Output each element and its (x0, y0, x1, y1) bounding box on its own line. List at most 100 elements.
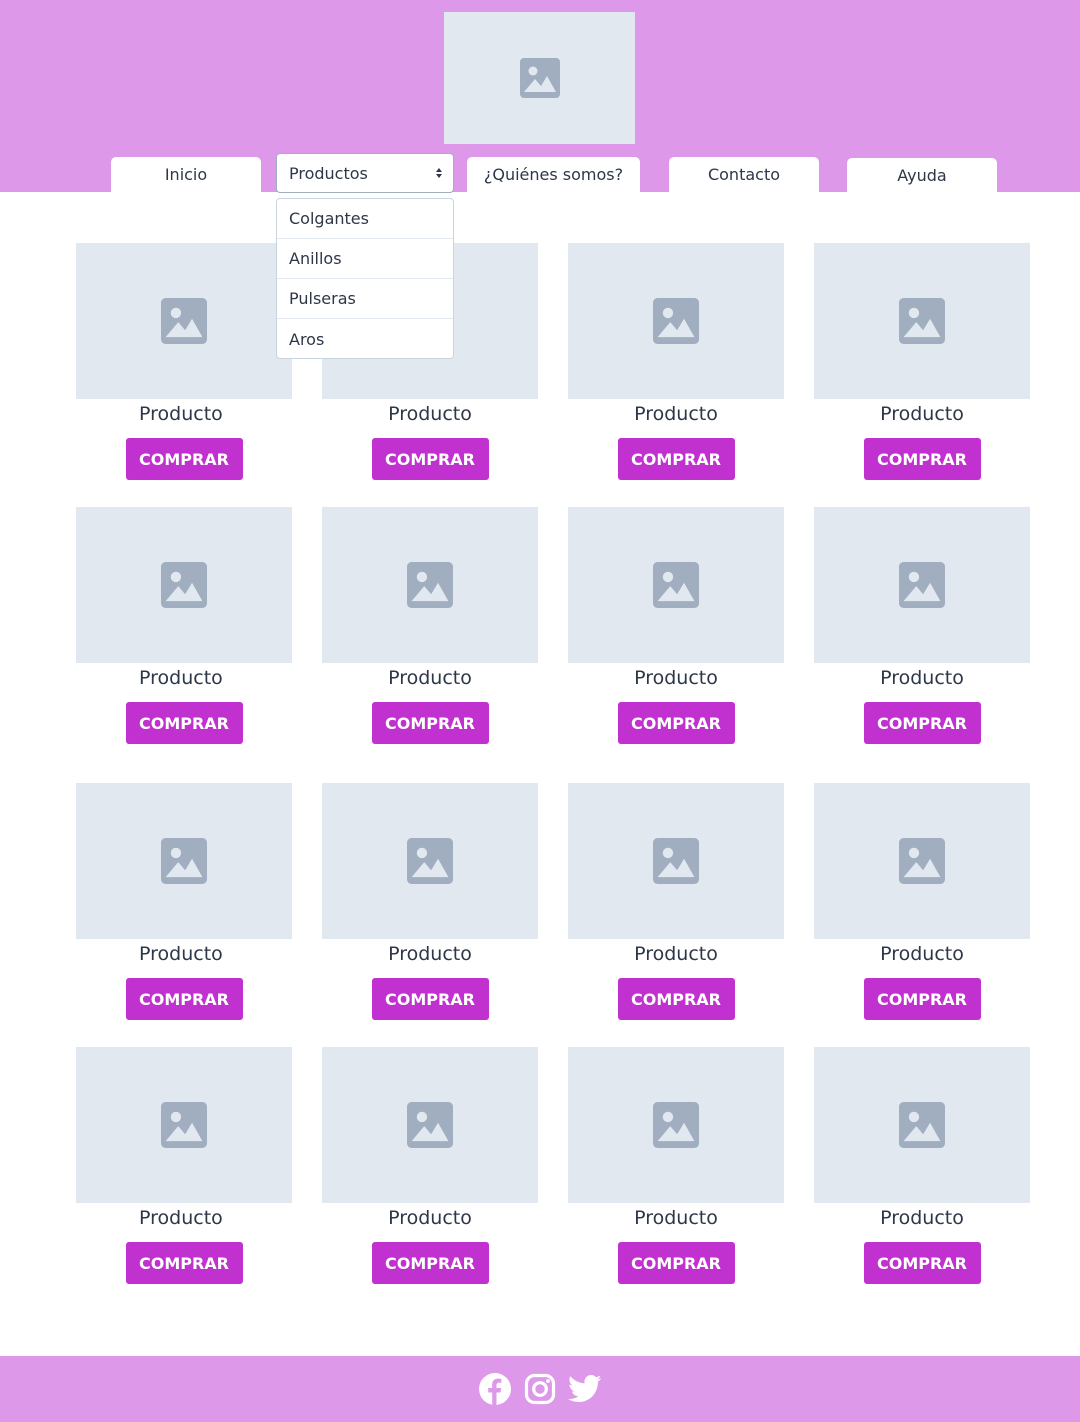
facebook-icon[interactable] (478, 1372, 512, 1406)
twitter-icon[interactable] (568, 1372, 602, 1406)
image-placeholder-icon (161, 562, 207, 608)
image-placeholder-icon (653, 838, 699, 884)
nav-help-tab[interactable]: Ayuda (847, 158, 997, 193)
image-placeholder-icon (161, 838, 207, 884)
product-name: Producto (388, 1207, 472, 1229)
product-image (814, 243, 1030, 399)
product-card: Producto COMPRAR (76, 507, 292, 744)
products-select[interactable]: Productos (276, 153, 454, 193)
product-name: Producto (634, 667, 718, 689)
dropdown-option-label: Pulseras (289, 289, 356, 308)
product-image (76, 783, 292, 939)
buy-button[interactable]: COMPRAR (863, 978, 981, 1020)
buy-button[interactable]: COMPRAR (125, 702, 243, 744)
product-name: Producto (388, 403, 472, 425)
nav-home-tab[interactable]: Inicio (111, 157, 261, 192)
buy-button[interactable]: COMPRAR (617, 978, 735, 1020)
product-card: Producto COMPRAR (814, 243, 1030, 480)
products-select-value: Productos (289, 163, 368, 183)
logo (444, 12, 635, 144)
image-placeholder-icon (899, 1102, 945, 1148)
product-card: Producto COMPRAR (568, 507, 784, 744)
product-card: Producto COMPRAR (322, 507, 538, 744)
product-image (568, 1047, 784, 1203)
buy-button[interactable]: COMPRAR (371, 438, 489, 480)
image-placeholder-icon (653, 562, 699, 608)
buy-button[interactable]: COMPRAR (863, 702, 981, 744)
dropdown-option-anillos[interactable]: Anillos (277, 239, 453, 279)
image-placeholder-icon (407, 562, 453, 608)
product-image (814, 1047, 1030, 1203)
select-arrows-icon (436, 168, 442, 178)
image-placeholder-icon (519, 58, 560, 98)
product-card: Producto COMPRAR (814, 783, 1030, 1020)
product-image (76, 1047, 292, 1203)
footer (0, 1356, 1080, 1422)
buy-button[interactable]: COMPRAR (863, 1242, 981, 1284)
dropdown-option-colgantes[interactable]: Colgantes (277, 199, 453, 239)
product-card: Producto COMPRAR (76, 243, 292, 480)
buy-button[interactable]: COMPRAR (617, 1242, 735, 1284)
nav-help-label: Ayuda (897, 166, 947, 185)
product-name: Producto (880, 667, 964, 689)
product-image (322, 783, 538, 939)
product-name: Producto (139, 1207, 223, 1229)
product-image (568, 507, 784, 663)
product-name: Producto (634, 1207, 718, 1229)
dropdown-option-label: Anillos (289, 249, 342, 268)
product-name: Producto (139, 403, 223, 425)
product-name: Producto (139, 667, 223, 689)
product-image (568, 243, 784, 399)
product-card: Producto COMPRAR (568, 783, 784, 1020)
buy-button[interactable]: COMPRAR (863, 438, 981, 480)
product-name: Producto (880, 1207, 964, 1229)
image-placeholder-icon (899, 562, 945, 608)
buy-button[interactable]: COMPRAR (125, 1242, 243, 1284)
product-card: Producto COMPRAR (568, 243, 784, 480)
product-image (322, 507, 538, 663)
buy-button[interactable]: COMPRAR (371, 702, 489, 744)
image-placeholder-icon (653, 298, 699, 344)
buy-button[interactable]: COMPRAR (371, 1242, 489, 1284)
product-name: Producto (388, 667, 472, 689)
image-placeholder-icon (161, 1102, 207, 1148)
buy-button[interactable]: COMPRAR (617, 702, 735, 744)
nav-home-label: Inicio (164, 165, 208, 184)
product-name: Producto (634, 403, 718, 425)
image-placeholder-icon (899, 298, 945, 344)
product-card: Producto COMPRAR (76, 1047, 292, 1284)
nav-about-label: ¿Quiénes somos? (483, 165, 624, 184)
product-image (76, 243, 292, 399)
image-placeholder-icon (899, 838, 945, 884)
product-name: Producto (880, 403, 964, 425)
product-name: Producto (880, 943, 964, 965)
product-card: Producto COMPRAR (814, 1047, 1030, 1284)
product-image (322, 1047, 538, 1203)
product-name: Producto (388, 943, 472, 965)
dropdown-option-label: Aros (289, 329, 325, 349)
products-dropdown: Colgantes Anillos Pulseras Aros (276, 198, 454, 359)
buy-button[interactable]: COMPRAR (125, 978, 243, 1020)
dropdown-option-aros[interactable]: Aros (277, 319, 453, 358)
buy-button[interactable]: COMPRAR (371, 978, 489, 1020)
buy-button[interactable]: COMPRAR (125, 438, 243, 480)
instagram-icon[interactable] (523, 1372, 557, 1406)
image-placeholder-icon (407, 838, 453, 884)
header: Inicio Productos ¿Quiénes somos? Contact… (0, 0, 1080, 193)
buy-button[interactable]: COMPRAR (617, 438, 735, 480)
product-card: Producto COMPRAR (322, 783, 538, 1020)
product-name: Producto (139, 943, 223, 965)
image-placeholder-icon (407, 1102, 453, 1148)
product-name: Producto (634, 943, 718, 965)
nav-about-tab[interactable]: ¿Quiénes somos? (467, 157, 640, 192)
image-placeholder-icon (161, 298, 207, 344)
product-image (814, 507, 1030, 663)
dropdown-option-label: Colgantes (289, 209, 369, 228)
product-card: Producto COMPRAR (568, 1047, 784, 1284)
dropdown-option-pulseras[interactable]: Pulseras (277, 279, 453, 319)
product-image (76, 507, 292, 663)
nav-contact-tab[interactable]: Contacto (669, 157, 819, 192)
product-card: Producto COMPRAR (322, 1047, 538, 1284)
product-image (568, 783, 784, 939)
product-image (814, 783, 1030, 939)
